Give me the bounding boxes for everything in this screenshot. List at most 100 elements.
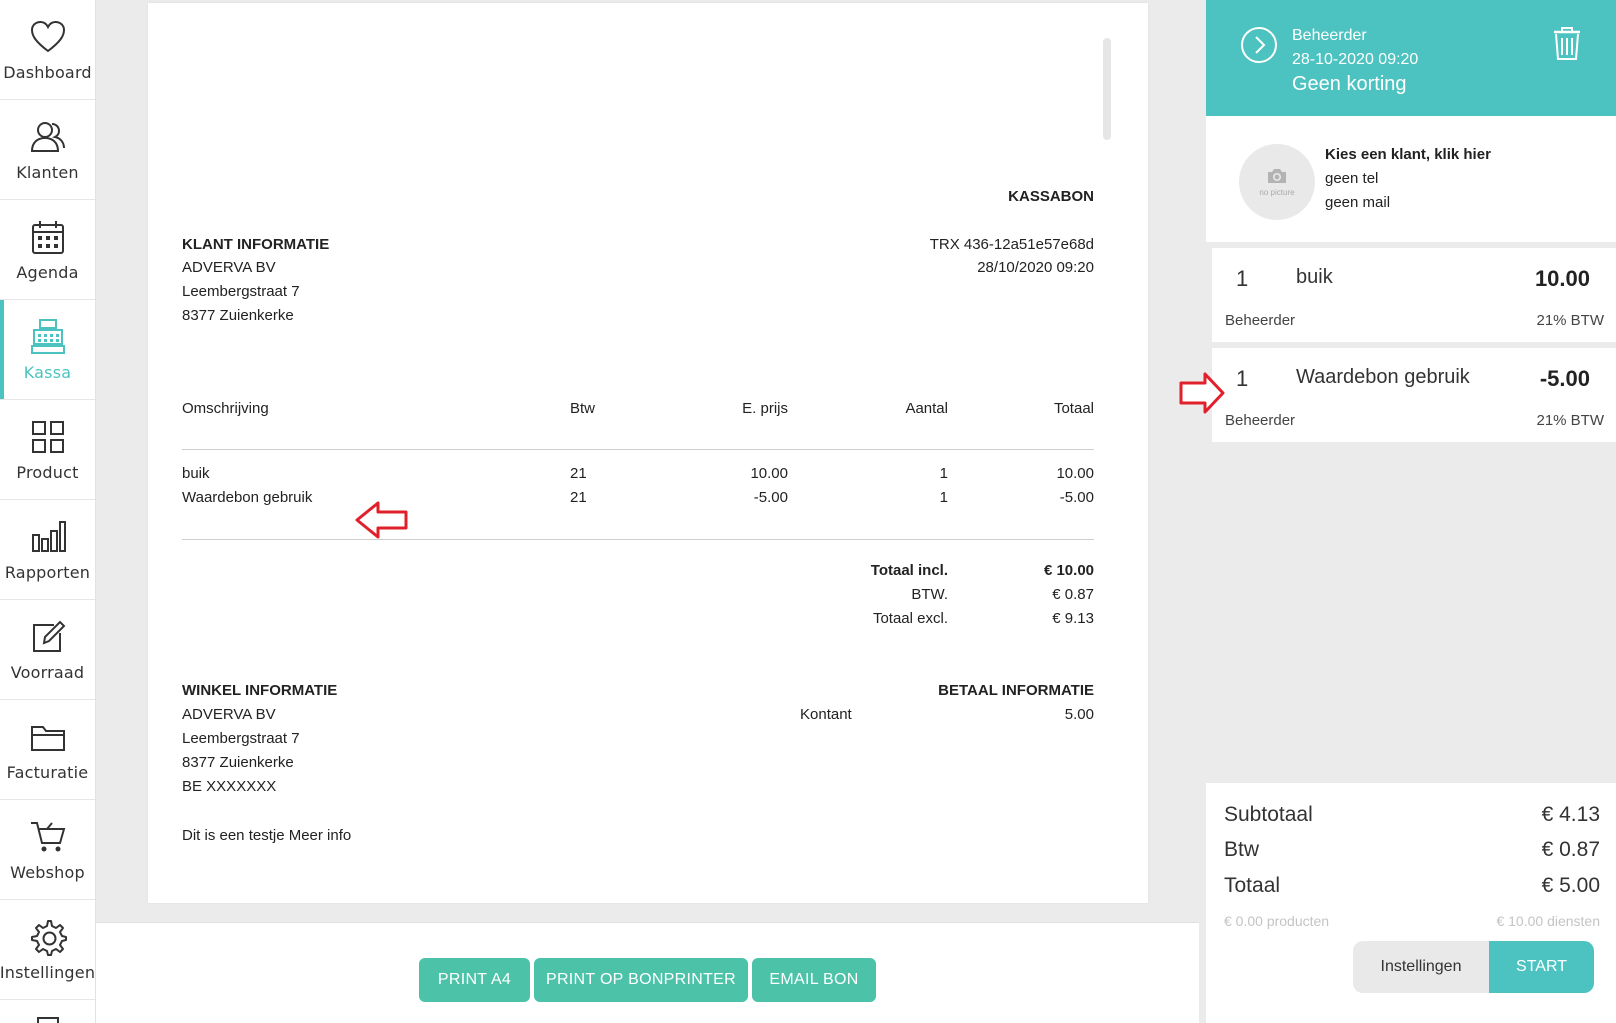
print-bonprinter-button[interactable]: PRINT OP BONPRINTER: [534, 958, 748, 1002]
divider: [182, 449, 1094, 450]
partial-icon: [36, 1017, 59, 1023]
row-description: Waardebon gebruik: [182, 489, 313, 506]
row-total: -5.00: [1059, 489, 1094, 506]
edit-icon: [28, 617, 68, 657]
transaction-date: 28/10/2020 09:20: [977, 259, 1094, 276]
annotation-arrow-right-icon: [1179, 372, 1225, 414]
customer-prompt: Kies een klant, klik hier: [1325, 146, 1491, 163]
nav-klanten[interactable]: Klanten: [0, 100, 95, 200]
col-unit-price: E. prijs: [742, 400, 788, 417]
nav-webshop[interactable]: Webshop: [0, 800, 95, 900]
nav-kassa[interactable]: Kassa: [0, 300, 95, 400]
receipt-document: KASSABON KLANT INFORMATIE ADVERVA BV Lee…: [148, 3, 1148, 903]
subtotal-value: € 4.13: [1541, 803, 1600, 826]
nav-voorraad[interactable]: Voorraad: [0, 600, 95, 700]
nav-label: Product: [16, 463, 79, 482]
customer-selector[interactable]: no picture Kies een klant, klik hier gee…: [1206, 116, 1616, 242]
total-excl-value: € 9.13: [1052, 610, 1094, 627]
vat-value: € 0.87: [1052, 586, 1094, 603]
item-employee: Beheerder: [1225, 412, 1296, 429]
customer-phone: geen tel: [1325, 170, 1379, 187]
item-name: Waardebon gebruik: [1296, 366, 1470, 388]
row-unit-price: -5.00: [753, 489, 788, 506]
nav-label: Kassa: [23, 363, 72, 382]
row-vat: 21: [570, 489, 587, 506]
print-a4-button[interactable]: PRINT A4: [419, 958, 530, 1002]
nav-more-item[interactable]: [0, 1000, 95, 1023]
cash-register-icon: [28, 317, 68, 357]
shop-line: ADVERVA BV: [182, 706, 276, 723]
nav-instellingen[interactable]: Instellingen: [0, 900, 95, 1000]
total-incl-value: € 10.00: [1043, 562, 1094, 579]
subtotal-row: Subtotaal € 4.13: [1224, 803, 1600, 827]
cart-line-item[interactable]: 1 Waardebon gebruik -5.00 Beheerder 21% …: [1212, 348, 1616, 442]
cart-totals: Subtotaal € 4.13 Btw € 0.87 Totaal € 5.0…: [1206, 783, 1616, 1023]
vat-label: Btw: [1224, 838, 1260, 861]
heart-icon: [28, 17, 68, 57]
total-label: Totaal: [1224, 874, 1281, 897]
nav-label: Instellingen: [0, 963, 96, 982]
cart-icon: [28, 817, 68, 857]
divider: [182, 539, 1094, 540]
gear-icon: [28, 917, 68, 957]
nav-label: Rapporten: [4, 563, 91, 582]
cart-user: Beheerder: [1292, 27, 1367, 44]
email-receipt-button[interactable]: EMAIL BON: [752, 958, 876, 1002]
chevron-right-circle-icon[interactable]: [1240, 26, 1278, 64]
transaction-id: TRX 436-12a51e57e68d: [929, 236, 1094, 253]
client-heading: KLANT INFORMATIE: [182, 236, 330, 253]
customer-mail: geen mail: [1325, 194, 1391, 211]
payment-amount: 5.00: [1064, 706, 1094, 723]
payment-method: Kontant: [800, 706, 852, 723]
start-button[interactable]: START: [1489, 941, 1594, 993]
calendar-icon: [28, 217, 68, 257]
annotation-arrow-left-icon: [355, 501, 408, 539]
cart-panel: Beheerder 28-10-2020 09:20 Geen korting …: [1206, 0, 1616, 1023]
sidebar-nav: Dashboard Klanten Agenda Kassa Product R…: [0, 0, 96, 1023]
item-vat: 21% BTW: [1536, 312, 1604, 329]
nav-label: Voorraad: [10, 663, 85, 682]
breakdown-row: € 0.00 producten € 10.00 diensten: [1224, 913, 1600, 929]
nav-label: Dashboard: [3, 63, 92, 82]
nav-facturatie[interactable]: Facturatie: [0, 700, 95, 800]
col-total: Totaal: [1053, 400, 1094, 417]
shop-heading: WINKEL INFORMATIE: [182, 682, 338, 699]
avatar-placeholder-text: no picture: [1259, 188, 1295, 197]
shop-line: BE XXXXXXX: [182, 778, 277, 795]
total-excl-label: Totaal excl.: [872, 610, 948, 627]
row-quantity: 1: [939, 489, 948, 506]
payment-heading: BETAAL INFORMATIE: [938, 682, 1094, 699]
total-row: Totaal € 5.00: [1224, 874, 1600, 898]
nav-rapporten[interactable]: Rapporten: [0, 500, 95, 600]
cart-discount[interactable]: Geen korting: [1292, 73, 1407, 96]
col-description: Omschrijving: [182, 400, 269, 417]
col-quantity: Aantal: [905, 400, 948, 417]
nav-label: Facturatie: [6, 763, 89, 782]
item-price: 10.00: [1534, 266, 1590, 291]
receipt-scrollbar[interactable]: [1103, 38, 1111, 140]
item-name: buik: [1296, 266, 1333, 288]
nav-product[interactable]: Product: [0, 400, 95, 500]
item-vat: 21% BTW: [1536, 412, 1604, 429]
avatar: no picture: [1239, 144, 1315, 220]
col-vat: Btw: [570, 400, 596, 417]
nav-agenda[interactable]: Agenda: [0, 200, 95, 300]
receipt-area: KASSABON KLANT INFORMATIE ADVERVA BV Lee…: [96, 0, 1199, 915]
nav-dashboard[interactable]: Dashboard: [0, 0, 95, 100]
shop-line: Leembergstraat 7: [182, 730, 300, 747]
vat-label: BTW.: [911, 586, 948, 603]
users-icon: [28, 117, 68, 157]
bar-chart-icon: [28, 517, 68, 557]
settings-button[interactable]: Instellingen: [1353, 941, 1489, 993]
trash-icon[interactable]: [1550, 24, 1584, 62]
action-bar: PRINT A4 PRINT OP BONPRINTER EMAIL BON: [96, 922, 1199, 1023]
row-total: 10.00: [1056, 465, 1094, 482]
client-line: 8377 Zuienkerke: [182, 307, 294, 324]
item-quantity: 1: [1236, 266, 1249, 291]
cart-line-item[interactable]: 1 buik 10.00 Beheerder 21% BTW: [1212, 248, 1616, 342]
products-total: € 0.00 producten: [1224, 913, 1330, 929]
total-value: € 5.00: [1541, 874, 1600, 897]
footer-note: Dit is een testje Meer info: [182, 827, 352, 844]
subtotal-label: Subtotaal: [1224, 803, 1313, 826]
nav-label: Agenda: [16, 263, 79, 282]
